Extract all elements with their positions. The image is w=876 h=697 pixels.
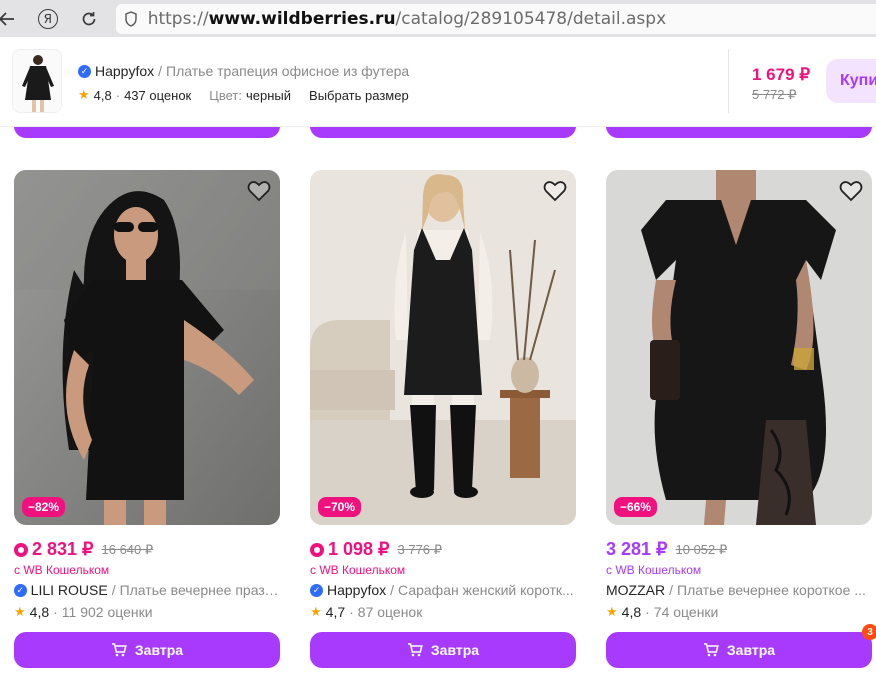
discount-badge: −82% [22, 497, 66, 517]
cart-button-label: Завтра [430, 642, 480, 658]
wallet-icon [14, 542, 28, 557]
dot-separator: · [645, 604, 650, 620]
separator: / [669, 582, 673, 598]
sticky-reviews[interactable]: 437 оценок [124, 88, 191, 103]
product-card[interactable]: −66% 3 281 ₽ 10 052 ₽ с WB Кошельком MOZ… [606, 170, 876, 668]
yandex-icon[interactable]: Я [33, 4, 62, 34]
price-old: 10 052 ₽ [675, 541, 728, 557]
product-card[interactable]: −82% 2 831 ₽ 16 640 ₽ с WB Кошельком ✓ L… [14, 170, 280, 668]
product-brand: MOZZAR [606, 582, 666, 598]
cart-icon [703, 643, 719, 657]
product-thumbnail[interactable] [12, 49, 62, 113]
price-old: 16 640 ₽ [101, 541, 154, 557]
heart-icon[interactable] [838, 178, 864, 204]
product-brand: Happyfox [327, 582, 387, 598]
rating-value: 4,7 [325, 604, 346, 620]
separator: / [158, 63, 163, 79]
verified-check-icon: ✓ [310, 583, 323, 597]
add-to-cart-button[interactable]: Завтра [310, 632, 576, 668]
reviews-count: 11 902 оценки [61, 604, 153, 620]
sticky-brand[interactable]: Happyfox [95, 63, 154, 79]
product-card[interactable]: −70% 1 098 ₽ 3 776 ₽ с WB Кошельком ✓ Ha… [310, 170, 576, 668]
reviews-count: 87 оценок [357, 604, 423, 620]
verified-check-icon: ✓ [14, 583, 27, 597]
sticky-rating: 4,8 [93, 87, 112, 103]
product-title-line[interactable]: MOZZAR / Платье вечернее короткое ... [606, 582, 872, 598]
product-name: Платье вечернее празд... [119, 582, 280, 598]
star-icon: ★ [606, 604, 618, 619]
rating-value: 4,8 [29, 604, 50, 620]
reviews-count: 74 оценки [653, 604, 719, 620]
product-photo[interactable]: −70% [310, 170, 576, 525]
price-line: 3 281 ₽ 10 052 ₽ [606, 539, 872, 560]
shield-icon [125, 10, 137, 27]
cart-icon [407, 643, 423, 657]
rating-line: ★ 4,8 · 74 оценки [606, 604, 872, 620]
product-title-line[interactable]: ✓ Happyfox / Сарафан женский коротк... [310, 582, 576, 598]
sticky-price-old: 5 772 ₽ [752, 87, 797, 102]
product-photo[interactable]: −66% [606, 170, 872, 525]
sticky-brand-row: ✓ Happyfox / Платье трапеция офисное из … [78, 63, 409, 79]
price-now: 3 281 ₽ [606, 539, 668, 559]
rating-line: ★ 4,7 · 87 оценок [310, 604, 576, 620]
sticky-product-title: Платье трапеция офисное из футера [166, 63, 410, 79]
cart-button-label: Завтра [134, 642, 184, 658]
price-old: 3 776 ₽ [397, 541, 442, 557]
star-icon: ★ [310, 604, 322, 619]
color-value: черный [246, 87, 292, 103]
rating-line: ★ 4,8 · 11 902 оценки [14, 604, 280, 620]
dot-separator: · [349, 604, 354, 620]
star-icon: ★ [78, 87, 90, 102]
cart-count-badge: 3 [862, 624, 876, 640]
sticky-price-now: 1 679 ₽ [752, 65, 811, 84]
wallet-icon [310, 542, 324, 557]
product-name: Платье вечернее короткое ... [677, 582, 866, 598]
address-bar[interactable]: https://www.wildberries.ru/catalog/28910… [115, 3, 876, 34]
cart-icon [111, 643, 127, 657]
verified-check-icon: ✓ [78, 64, 91, 78]
product-photo[interactable]: −82% [14, 170, 280, 525]
wallet-note: с WB Кошельком [14, 563, 110, 577]
color-label: Цвет: [209, 87, 242, 103]
reload-icon[interactable] [74, 4, 103, 34]
add-to-cart-button[interactable]: Завтра [14, 632, 280, 668]
browser-toolbar: Я https://www.wildberries.ru/catalog/289… [0, 0, 876, 37]
heart-icon[interactable] [246, 178, 272, 204]
choose-size-button[interactable]: Выбрать размер [309, 88, 409, 103]
price-now: 2 831 ₽ [32, 539, 94, 559]
separator: / [111, 582, 116, 598]
star-icon: ★ [14, 604, 26, 619]
product-brand: LILI ROUSE [30, 582, 108, 598]
rating-value: 4,8 [621, 604, 642, 620]
dot-separator: · [53, 604, 58, 620]
wallet-note: с WB Кошельком [606, 563, 702, 577]
discount-badge: −66% [614, 497, 658, 517]
heart-icon[interactable] [542, 178, 568, 204]
url-text: https://www.wildberries.ru/catalog/28910… [147, 8, 667, 29]
price-line: 2 831 ₽ 16 640 ₽ [14, 539, 280, 560]
divider [728, 49, 729, 113]
discount-badge: −70% [318, 497, 362, 517]
wallet-note: с WB Кошельком [310, 563, 406, 577]
separator: / [390, 582, 395, 598]
sticky-meta-row: ★ 4,8 · 437 оценок Цвет: черный Выбрать … [78, 87, 409, 103]
sticky-product-header: ✓ Happyfox / Платье трапеция офисное из … [0, 37, 876, 127]
back-arrow-icon[interactable] [0, 4, 21, 34]
product-title-line[interactable]: ✓ LILI ROUSE / Платье вечернее празд... [14, 582, 280, 598]
add-to-cart-button[interactable]: Завтра 3 [606, 624, 876, 668]
price-line: 1 098 ₽ 3 776 ₽ [310, 539, 576, 560]
buy-button[interactable]: Купи [826, 59, 876, 103]
price-now: 1 098 ₽ [328, 539, 390, 559]
dot-separator: · [115, 87, 121, 103]
yandex-logo: Я [37, 8, 58, 29]
product-name: Сарафан женский коротк... [398, 582, 574, 598]
cart-button-label: Завтра [726, 642, 776, 658]
